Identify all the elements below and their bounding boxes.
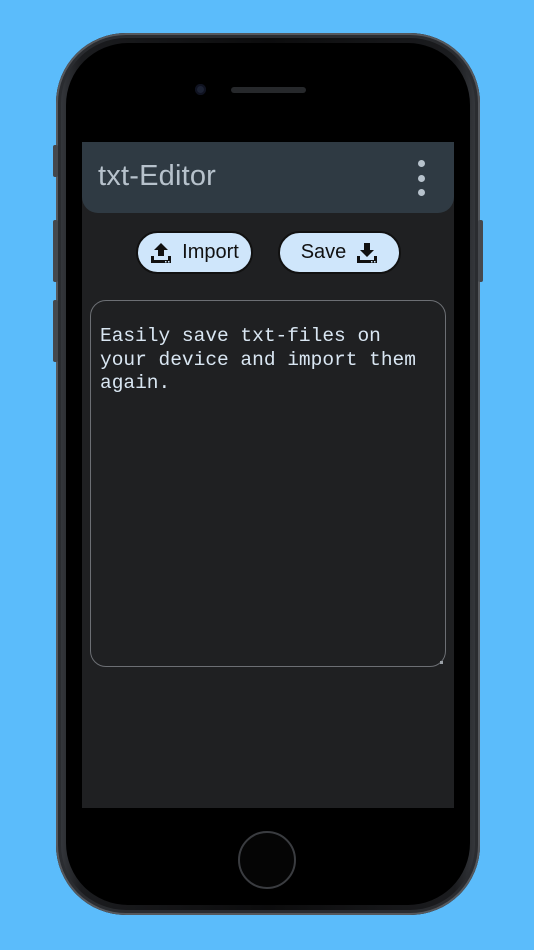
volume-up-button — [53, 220, 58, 282]
stage: txt-Editor Import Save Easily save txt-f… — [0, 0, 534, 950]
save-button[interactable]: Save — [278, 231, 401, 274]
home-button[interactable] — [238, 831, 296, 889]
power-button — [478, 220, 483, 282]
text-editor-area[interactable]: Easily save txt-files on your device and… — [90, 300, 446, 667]
app-bar: txt-Editor — [82, 142, 454, 213]
resize-handle[interactable] — [440, 661, 443, 664]
download-icon — [357, 242, 378, 263]
mute-switch — [53, 145, 58, 177]
more-vert-icon-dot — [417, 160, 425, 167]
editor-text[interactable]: Easily save txt-files on your device and… — [100, 325, 440, 396]
import-button[interactable]: Import — [136, 231, 253, 274]
app-title: txt-Editor — [98, 160, 217, 192]
app-screen: txt-Editor Import Save Easily save txt-f… — [82, 142, 454, 808]
import-label: Import — [182, 241, 239, 263]
front-camera — [195, 84, 206, 95]
more-vert-icon-dot — [417, 189, 425, 196]
earpiece-speaker — [231, 87, 306, 93]
save-label: Save — [300, 241, 347, 263]
more-vert-icon-dot — [417, 174, 425, 182]
more-menu-button[interactable] — [414, 160, 428, 196]
upload-icon — [151, 242, 172, 263]
volume-down-button — [53, 300, 58, 362]
